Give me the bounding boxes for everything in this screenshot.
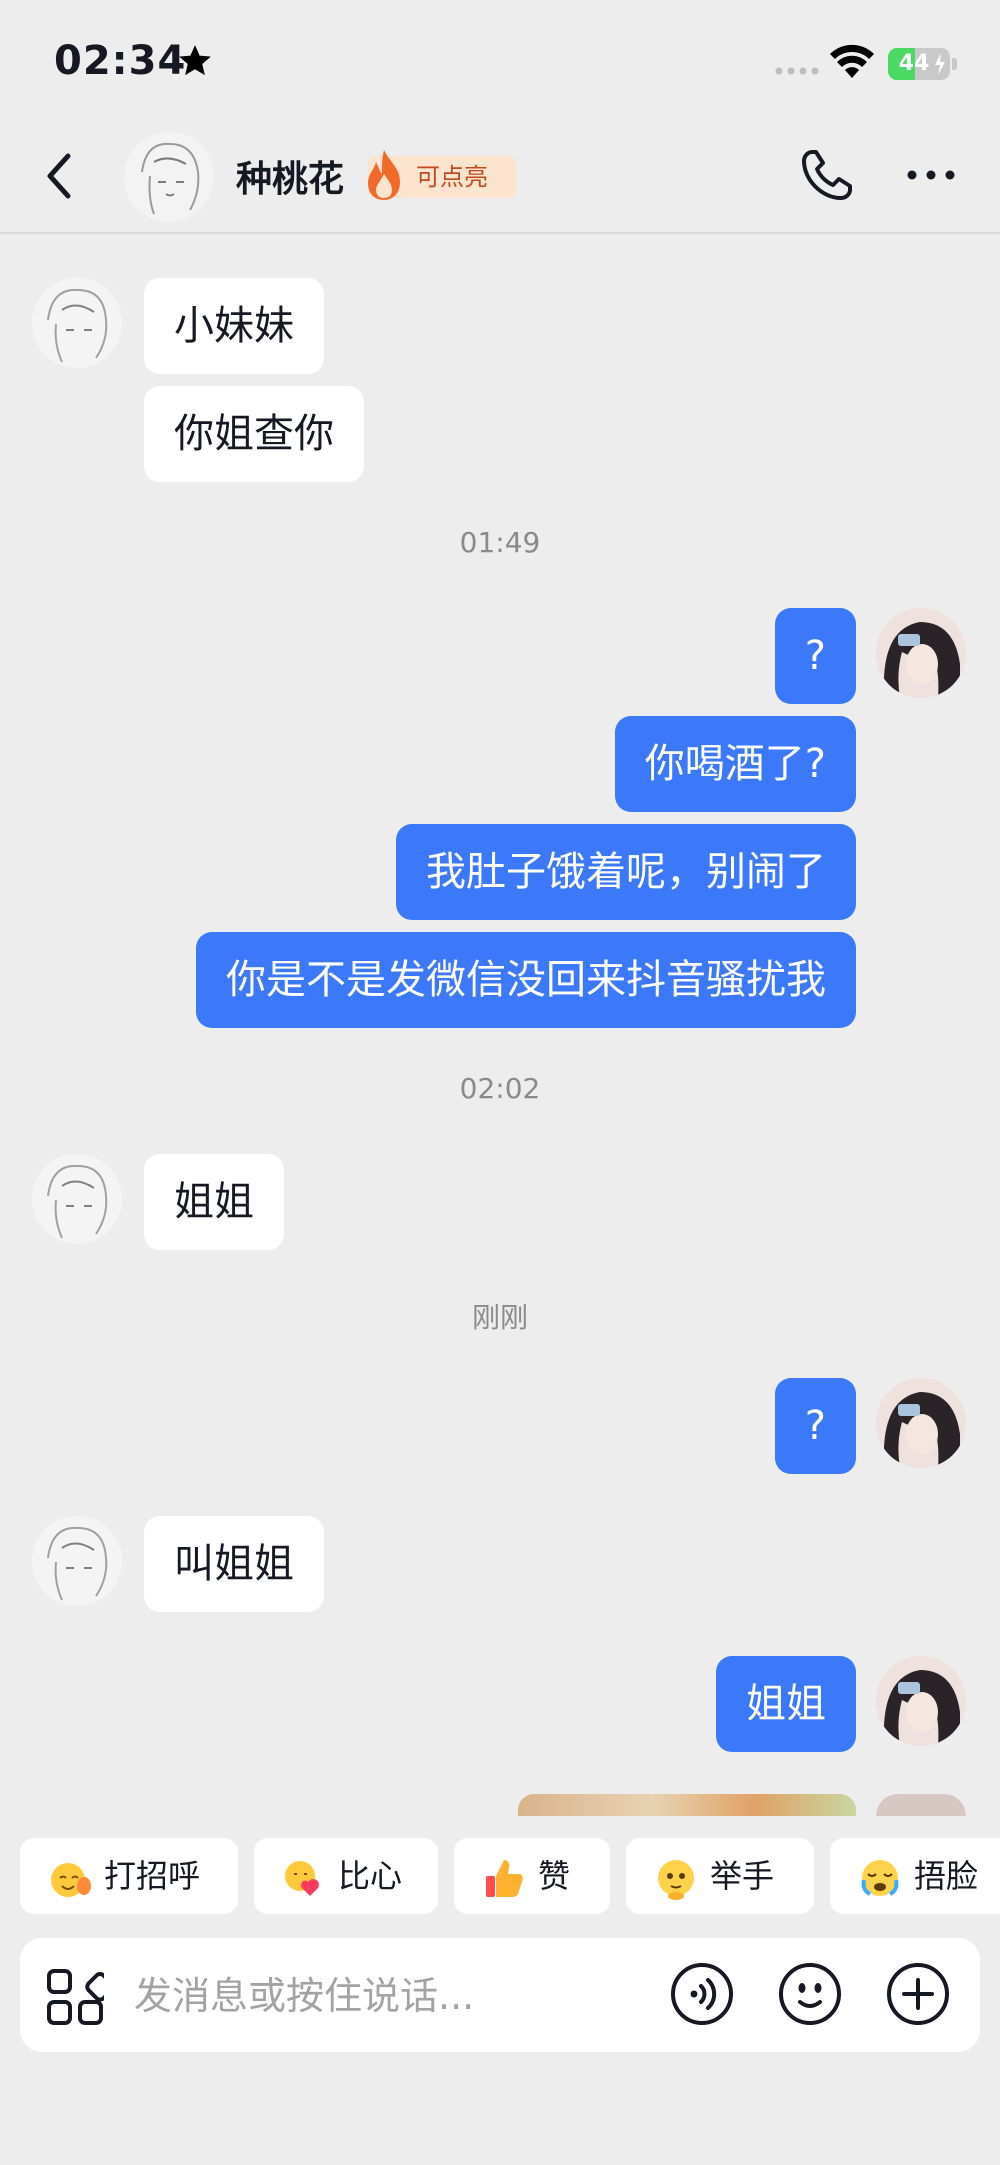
quick-reply-label: 举手 bbox=[710, 1857, 775, 1895]
incoming-message[interactable]: 你姐查你 bbox=[144, 386, 364, 482]
anime-portrait-icon bbox=[876, 1378, 966, 1468]
message-timestamp: 02:02 bbox=[459, 1072, 541, 1105]
contact-avatar[interactable] bbox=[124, 132, 214, 222]
quick-reply-label: 比心 bbox=[338, 1857, 403, 1895]
charging-bolt-icon bbox=[935, 53, 945, 75]
incoming-message[interactable]: 叫姐姐 bbox=[144, 1516, 324, 1612]
cellular-signal-icon bbox=[775, 67, 819, 75]
my-avatar[interactable] bbox=[876, 608, 966, 698]
outgoing-message[interactable]: ? bbox=[774, 1378, 856, 1474]
star-icon bbox=[179, 45, 211, 76]
contact-avatar[interactable] bbox=[32, 278, 122, 368]
quick-reply-bar: 打招呼 比心 赞 举手 捂脸 bbox=[0, 1816, 1000, 1936]
anime-portrait-icon bbox=[876, 1656, 966, 1746]
contact-avatar[interactable] bbox=[32, 1516, 122, 1606]
back-arrow-icon[interactable] bbox=[40, 150, 78, 202]
apps-grid-icon[interactable] bbox=[46, 1968, 104, 2026]
incoming-message[interactable]: 姐姐 bbox=[144, 1154, 284, 1250]
add-plus-icon[interactable] bbox=[886, 1962, 950, 2026]
wifi-icon bbox=[830, 44, 874, 78]
battery-level: 44 bbox=[898, 51, 930, 76]
my-avatar[interactable] bbox=[876, 1378, 966, 1468]
quick-reply-facepalm[interactable]: 捂脸 bbox=[830, 1838, 1000, 1914]
outgoing-message[interactable]: 你喝酒了? bbox=[614, 716, 856, 812]
message-input[interactable] bbox=[132, 1958, 676, 2034]
status-time: 02:34 bbox=[54, 38, 187, 84]
status-bar: 02:34 44 bbox=[0, 0, 1000, 120]
sketch-portrait-icon bbox=[32, 278, 122, 368]
my-avatar[interactable] bbox=[876, 1794, 966, 1816]
quick-reply-wave[interactable]: 打招呼 bbox=[20, 1838, 238, 1914]
wave-emoji-icon bbox=[51, 1863, 91, 1897]
message-timestamp: 刚刚 bbox=[471, 1301, 528, 1334]
contact-name[interactable]: 种桃花 bbox=[236, 150, 344, 202]
outgoing-message[interactable]: ? bbox=[774, 608, 856, 704]
quick-reply-label: 捂脸 bbox=[914, 1857, 979, 1895]
anime-portrait-icon bbox=[876, 608, 966, 698]
quick-reply-label: 打招呼 bbox=[104, 1857, 201, 1895]
image-message[interactable] bbox=[518, 1794, 856, 1816]
outgoing-message[interactable]: 姐姐 bbox=[716, 1656, 856, 1752]
raise-hand-emoji-icon bbox=[658, 1860, 694, 1900]
message-timestamp: 01:49 bbox=[459, 526, 541, 559]
phone-call-icon[interactable] bbox=[800, 148, 854, 202]
message-composer bbox=[20, 1938, 980, 2052]
outgoing-message[interactable]: 你是不是发微信没回来抖音骚扰我 bbox=[196, 932, 856, 1028]
chat-header: 种桃花 可点亮 bbox=[0, 120, 1000, 234]
quick-reply-heart[interactable]: 比心 bbox=[254, 1838, 438, 1914]
voice-input-icon[interactable] bbox=[670, 1962, 734, 2026]
quick-reply-like[interactable]: 赞 bbox=[454, 1838, 610, 1914]
flame-label: 可点亮 bbox=[416, 163, 488, 191]
incoming-message[interactable]: 小妹妹 bbox=[144, 278, 324, 374]
facepalm-emoji-icon bbox=[861, 1860, 899, 1896]
outgoing-message[interactable]: 我肚子饿着呢，别闹了 bbox=[396, 824, 856, 920]
sketch-portrait-icon bbox=[32, 1154, 122, 1244]
contact-avatar[interactable] bbox=[32, 1154, 122, 1244]
sketch-portrait-icon bbox=[124, 132, 214, 222]
quick-reply-raise-hand[interactable]: 举手 bbox=[626, 1838, 814, 1914]
battery-icon: 44 bbox=[888, 48, 950, 80]
emoji-icon[interactable] bbox=[778, 1962, 842, 2026]
sketch-portrait-icon bbox=[32, 1516, 122, 1606]
flame-icon bbox=[368, 150, 400, 200]
thumbs-up-emoji-icon bbox=[486, 1860, 523, 1897]
more-options-icon[interactable] bbox=[906, 168, 956, 182]
my-avatar[interactable] bbox=[876, 1656, 966, 1746]
quick-reply-label: 赞 bbox=[538, 1857, 571, 1895]
flame-badge[interactable]: 可点亮 bbox=[368, 150, 516, 200]
battery-terminal bbox=[952, 58, 957, 70]
heart-hands-emoji-icon bbox=[285, 1861, 319, 1896]
